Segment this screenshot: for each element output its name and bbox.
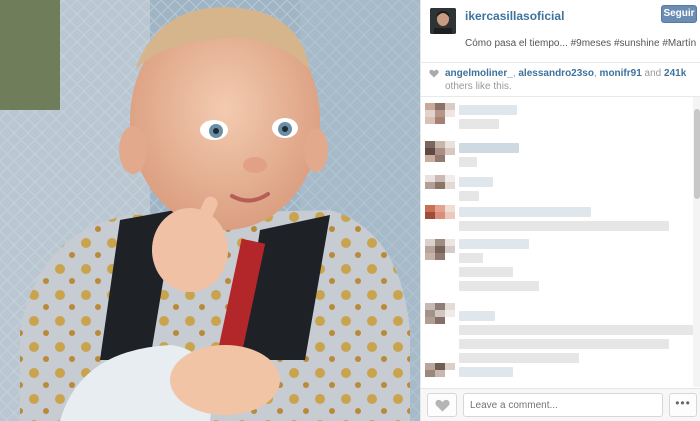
likes-text: angelmoliner_, alessandro23so, monifr91 …: [445, 67, 697, 93]
comment-obscured-text: [459, 281, 539, 291]
heart-icon: [429, 69, 439, 78]
post-details-panel: ikercasillasoficial Seguir Cómo pasa el …: [420, 0, 700, 421]
comment-obscured-text: [459, 325, 693, 335]
comment-avatar: [425, 103, 455, 125]
comment-obscured-text: [459, 267, 513, 277]
more-options-button[interactable]: •••: [669, 393, 697, 417]
likes-count[interactable]: 241k: [664, 68, 686, 79]
ellipsis-icon: •••: [675, 396, 691, 410]
comment-obscured-text: [459, 191, 479, 201]
liker-link[interactable]: alessandro23so: [518, 68, 594, 79]
like-button[interactable]: [427, 393, 457, 417]
comment-obscured-name: [459, 311, 495, 321]
comments-list[interactable]: [421, 97, 693, 387]
comment-obscured-text: [459, 119, 499, 129]
comment-avatar: [425, 141, 455, 163]
avatar[interactable]: [430, 8, 456, 34]
liker-link[interactable]: angelmoliner_: [445, 68, 513, 79]
post-photo[interactable]: [0, 0, 420, 421]
follow-button[interactable]: Seguir: [661, 5, 697, 23]
comment-obscured-name: [459, 367, 513, 377]
heart-icon: [435, 399, 450, 412]
comment-obscured-name: [459, 143, 519, 153]
comments-scrollbar[interactable]: [693, 97, 700, 387]
comment-input[interactable]: [463, 393, 663, 417]
comment-obscured-text: [459, 339, 669, 349]
baby-photo-illustration: [0, 0, 420, 421]
scrollbar-thumb[interactable]: [694, 109, 700, 199]
comment-obscured-text: [459, 353, 579, 363]
comment-obscured-name: [459, 239, 529, 249]
comment-avatar: [425, 363, 455, 385]
comment-obscured-text: [459, 253, 483, 263]
comment-avatar: [425, 239, 455, 261]
avatar-image: [430, 8, 456, 34]
post-caption: Cómo pasa el tiempo... #9meses #sunshine…: [465, 38, 697, 49]
comment-obscured-name: [459, 177, 493, 187]
comment-obscured-text: [459, 221, 669, 231]
comment-obscured-name: [459, 105, 517, 115]
comment-obscured-text: [459, 157, 477, 167]
comment-avatar: [425, 175, 455, 197]
post-header: ikercasillasoficial Seguir Cómo pasa el …: [421, 0, 700, 62]
comment-footer: •••: [421, 388, 700, 421]
liker-link[interactable]: monifr91: [600, 68, 642, 79]
comment-avatar: [425, 205, 455, 227]
username-link[interactable]: ikercasillasoficial: [465, 9, 564, 23]
comment-avatar: [425, 303, 455, 325]
likes-tail: others like this.: [445, 81, 512, 92]
likes-and: and: [641, 68, 665, 79]
likes-summary: angelmoliner_, alessandro23so, monifr91 …: [421, 63, 700, 95]
comment-obscured-name: [459, 207, 591, 217]
